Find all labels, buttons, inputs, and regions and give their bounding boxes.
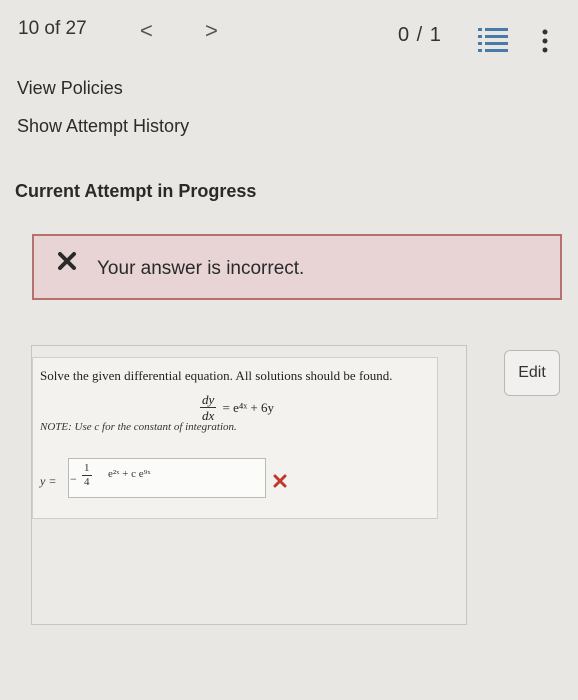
differential-equation: dy dx = e⁴ˣ + 6y bbox=[200, 392, 274, 423]
x-mark-icon bbox=[58, 252, 76, 270]
answer-sign: − bbox=[70, 472, 77, 486]
answer-fraction-numerator: 1 bbox=[82, 462, 92, 476]
previous-question-button[interactable]: < bbox=[140, 18, 153, 44]
equation-numerator: dy bbox=[200, 392, 217, 408]
answer-label: y = bbox=[40, 474, 57, 488]
wrong-mark-icon bbox=[273, 474, 287, 488]
show-attempt-history-link[interactable]: Show Attempt History bbox=[17, 116, 189, 137]
question-counter: 10 of 27 bbox=[18, 18, 87, 39]
top-bar: 10 of 27 < > 0 / 1 bbox=[0, 0, 578, 60]
answer-fraction-denominator: 4 bbox=[84, 476, 90, 488]
view-policies-link[interactable]: View Policies bbox=[17, 78, 123, 99]
next-question-button[interactable]: > bbox=[205, 18, 218, 44]
edit-button[interactable]: Edit bbox=[504, 350, 560, 396]
attempt-heading: Current Attempt in Progress bbox=[15, 181, 257, 201]
derivative-fraction: dy dx bbox=[200, 392, 217, 423]
vertical-dots-icon[interactable] bbox=[540, 28, 550, 54]
answer-fraction: 1 4 bbox=[82, 462, 92, 489]
answer-input[interactable] bbox=[68, 458, 266, 498]
question-prompt: Solve the given differential equation. A… bbox=[40, 368, 393, 383]
note-text: NOTE: Use c for the constant of integrat… bbox=[40, 421, 237, 433]
score-display: 0 / 1 bbox=[398, 24, 442, 46]
equation-rhs: = e⁴ˣ + 6y bbox=[222, 399, 275, 415]
feedback-text: Your answer is incorrect. bbox=[97, 258, 305, 279]
list-icon[interactable] bbox=[478, 26, 508, 52]
answer-expression: e²ˣ + c e⁹ˣ bbox=[108, 468, 151, 480]
